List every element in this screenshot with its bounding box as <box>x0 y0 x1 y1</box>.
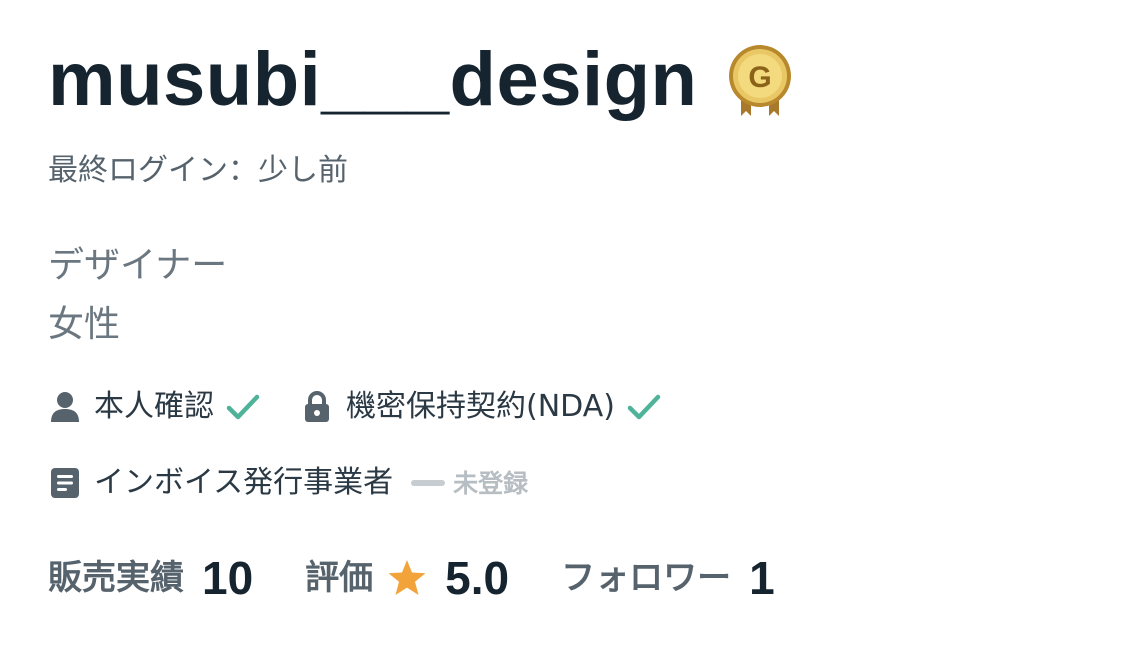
last-login: 最終ログイン：少し前 <box>48 153 348 188</box>
sales-value: 10 <box>202 552 254 604</box>
identity-check-icon <box>226 394 260 420</box>
rating-value: 5.0 <box>445 552 510 604</box>
nda-label: 機密保持契約(NDA) <box>346 389 615 424</box>
identity-verified-label: 本人確認 <box>94 389 214 424</box>
title-row: musubi___design G <box>48 32 793 128</box>
followers-value[interactable]: 1 <box>749 555 775 601</box>
sales-label: 販売実績 <box>48 558 184 598</box>
followers-label[interactable]: フォロワー <box>561 561 731 595</box>
gender: 女性 <box>48 304 121 345</box>
lock-icon <box>305 391 329 422</box>
profile-card: musubi___design G 最終ログイン：少し前 デザイナー 女性 本人… <box>48 0 1108 649</box>
gold-rank-badge-icon[interactable]: G <box>727 44 793 120</box>
unregistered-dash <box>411 480 446 486</box>
svg-text:G: G <box>749 61 772 94</box>
stats-row: 販売実績 10 評価 5.0 フォロワー 1 <box>48 548 775 608</box>
job-title: デザイナー <box>48 245 228 286</box>
rating-label: 評価 <box>305 558 374 598</box>
nda-check-icon <box>627 394 661 420</box>
username: musubi___design <box>48 37 698 122</box>
invoice-row: インボイス発行事業者 未登録 <box>48 462 528 504</box>
person-icon <box>51 392 79 422</box>
verification-row: 本人確認 機密保持契約(NDA) <box>48 386 663 428</box>
invoice-status: 未登録 <box>453 468 529 498</box>
star-icon <box>388 560 426 595</box>
document-icon <box>51 468 79 498</box>
invoice-issuer-label: インボイス発行事業者 <box>94 465 394 500</box>
